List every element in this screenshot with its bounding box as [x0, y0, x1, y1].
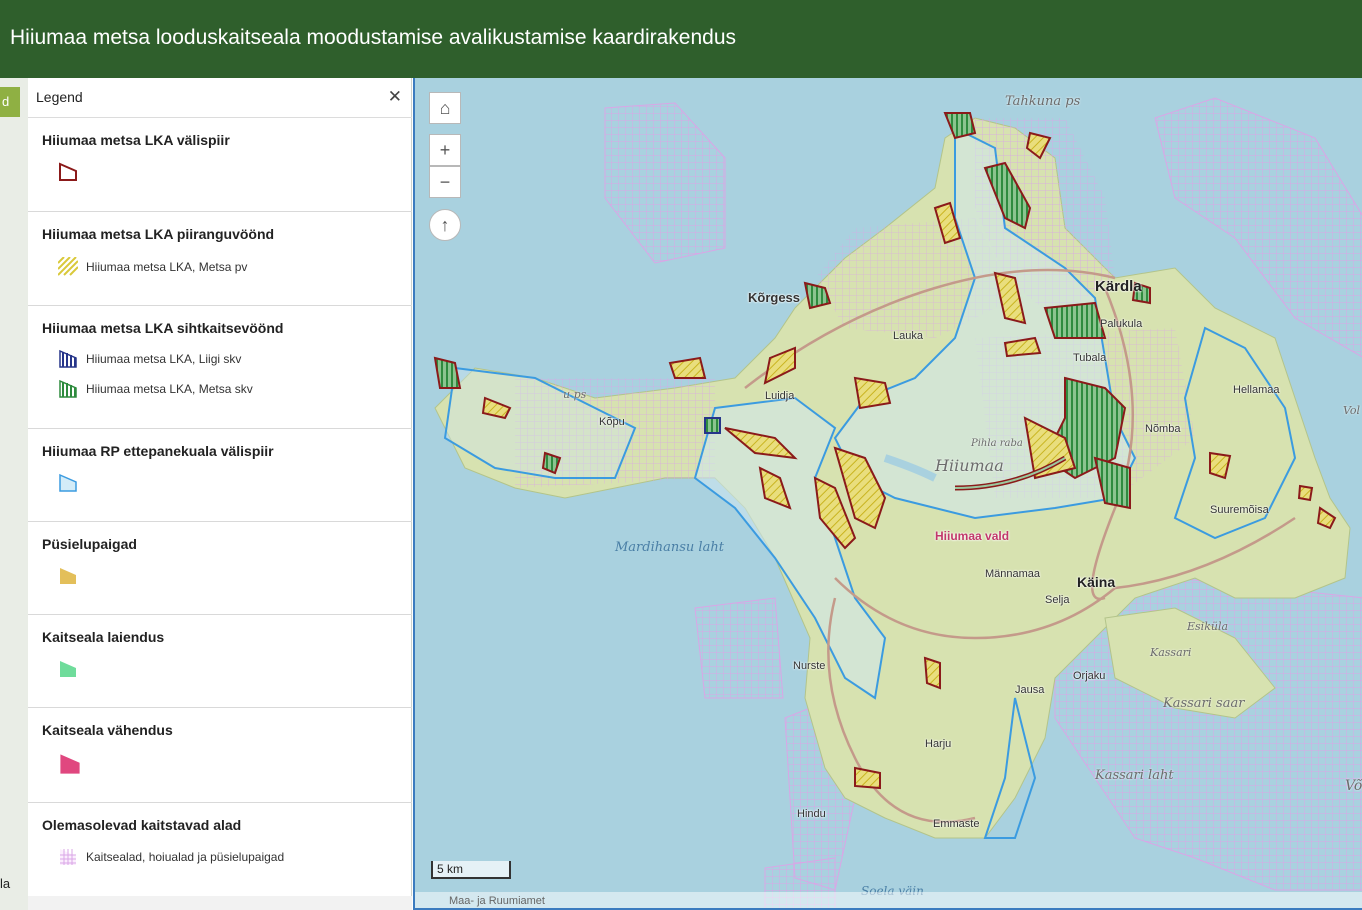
legend-scrollbar[interactable] — [28, 896, 412, 910]
place-label: Tubala — [1073, 352, 1107, 364]
app-header: Hiiumaa metsa looduskaitseala moodustami… — [0, 0, 1362, 78]
place-label: Kassari laht — [1095, 768, 1174, 783]
legend-header: Legend ✕ — [28, 78, 412, 118]
place-label: Jausa — [1015, 684, 1045, 696]
legend-section-pusielupaigad: Püsielupaigad — [28, 522, 412, 615]
section-title: Hiiumaa metsa LKA piiranguvöönd — [42, 226, 275, 242]
place-label: Esiküla — [1187, 620, 1229, 633]
place-label: Võ — [1345, 778, 1362, 794]
zoom-out-button[interactable]: − — [429, 166, 461, 198]
side-tab[interactable]: d — [0, 87, 20, 117]
map-view[interactable]: ⌂ + − ↑ Tahkuna ps Kärdla Kõrgess Lauka … — [413, 78, 1362, 910]
close-icon[interactable]: ✕ — [388, 87, 402, 107]
place-label: Pihla raba — [971, 438, 1023, 449]
section-title: Hiiumaa RP ettepanekuala välispiir — [42, 443, 274, 459]
legend-item-label: Hiiumaa metsa LKA, Metsa skv — [86, 382, 253, 396]
diagonal-hatch-icon — [58, 257, 78, 276]
section-title: Hiiumaa metsa LKA sihtkaitsevöönd — [42, 320, 284, 336]
legend-item-label: Hiiumaa metsa LKA, Metsa pv — [86, 260, 248, 274]
place-label: Harju — [925, 738, 952, 750]
side-strip: d la — [0, 78, 28, 910]
place-label: Hiiumaa — [935, 456, 1004, 475]
zoom-in-button[interactable]: + — [429, 134, 461, 166]
place-label: Kassari saar — [1163, 696, 1245, 711]
place-label: Hiiumaa vald — [935, 529, 1010, 543]
legend-section-sihtkaitsevoond: Hiiumaa metsa LKA sihtkaitsevöönd Hiiuma… — [28, 306, 412, 429]
pink-polygon-icon — [60, 754, 80, 774]
green-polygon-icon — [60, 661, 76, 677]
map-attribution: Maa- ja Ruumiamet — [415, 892, 1362, 908]
side-strip-label: la — [0, 876, 11, 891]
compass-icon[interactable]: ↑ — [429, 209, 461, 241]
legend-section-piiranguvoond: Hiiumaa metsa LKA piiranguvöönd Hiiumaa … — [28, 212, 412, 306]
legend-title: Legend — [36, 89, 83, 105]
legend-section-kaitstavad-alad: Olemasolevad kaitstavad alad Kaitsealad,… — [28, 803, 412, 896]
place-label: Luidja — [765, 390, 795, 402]
tan-polygon-icon — [60, 568, 76, 584]
place-label: Kärdla — [1095, 278, 1142, 295]
outline-polygon-icon — [59, 162, 77, 181]
place-label: Käina — [1077, 574, 1116, 590]
place-label: Nurste — [793, 660, 826, 672]
place-label: Nõmba — [1145, 423, 1181, 435]
map-canvas[interactable] — [415, 78, 1362, 910]
place-label: Palukula — [1100, 318, 1143, 330]
light-blue-polygon-icon — [59, 473, 77, 492]
place-label: Kõrgess — [748, 290, 801, 305]
place-label: Hellamaa — [1233, 384, 1280, 396]
place-label: Vol — [1343, 404, 1361, 417]
section-title: Olemasolevad kaitstavad alad — [42, 817, 242, 833]
place-label: Kassari — [1150, 646, 1192, 659]
place-label: Lauka — [893, 330, 923, 342]
legend-section-laiendus: Kaitseala laiendus — [28, 615, 412, 708]
legend-section-valispiir: Hiiumaa metsa LKA välispiir — [28, 118, 412, 212]
app-title: Hiiumaa metsa looduskaitseala moodustami… — [10, 26, 737, 49]
legend-item-label: Hiiumaa metsa LKA, Liigi skv — [86, 352, 242, 366]
section-title: Püsielupaigad — [42, 536, 137, 552]
scale-bar: 5 km — [431, 861, 511, 879]
section-title: Kaitseala laiendus — [42, 629, 165, 645]
place-label: Suuremõisa — [1210, 504, 1269, 516]
legend-section-vahendus: Kaitseala vähendus — [28, 708, 412, 803]
place-label: Männamaa — [985, 568, 1041, 580]
place-label: Mardihansu laht — [615, 540, 724, 555]
grid-hatch-icon — [60, 849, 76, 865]
place-label: Selja — [1045, 594, 1070, 606]
place-label: Hindu — [797, 808, 826, 820]
section-title: Hiiumaa metsa LKA välispiir — [42, 132, 230, 148]
vertical-hatch-blue-icon — [59, 349, 77, 368]
section-title: Kaitseala vähendus — [42, 722, 173, 738]
legend-section-rp-ettepanek: Hiiumaa RP ettepanekuala välispiir — [28, 429, 412, 522]
legend-item-label: Kaitsealad, hoiualad ja püsielupaigad — [86, 850, 285, 864]
place-label: Kõpu — [599, 416, 625, 428]
home-icon[interactable]: ⌂ — [429, 92, 461, 124]
legend-panel: Legend ✕ Hiiumaa metsa LKA välispiir Hii… — [28, 78, 412, 910]
vertical-hatch-green-icon — [59, 379, 77, 398]
place-label: Emmaste — [933, 818, 980, 830]
place-label: Orjaku — [1073, 670, 1106, 682]
place-label: Tahkuna ps — [1005, 94, 1081, 109]
place-label: u ps — [563, 388, 587, 401]
